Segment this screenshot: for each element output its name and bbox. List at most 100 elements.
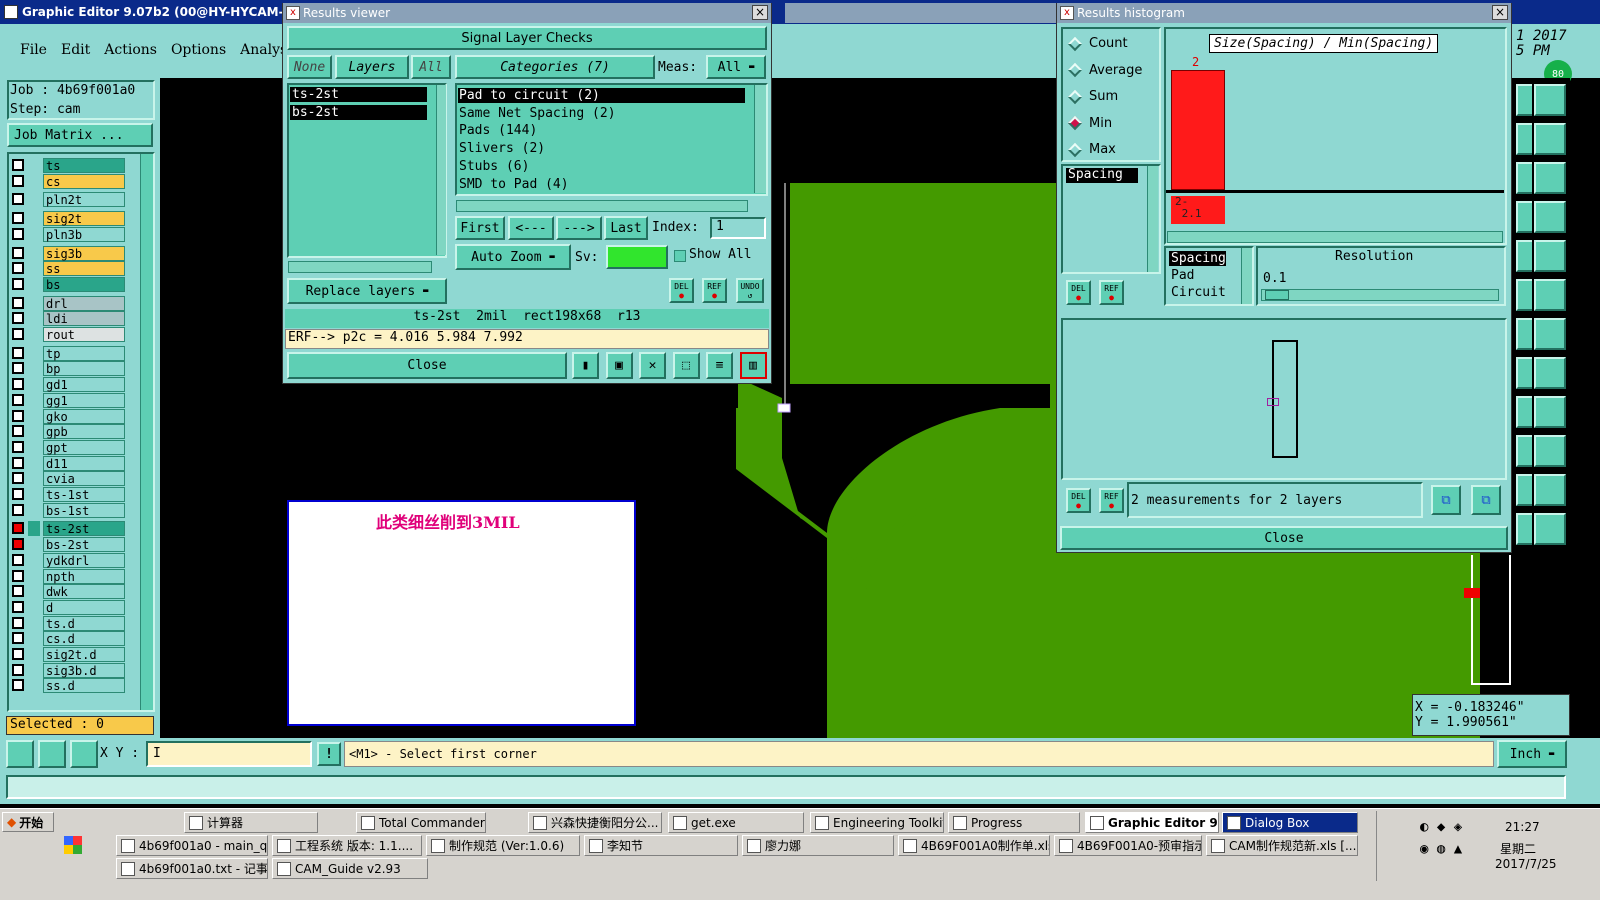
tab-all[interactable]: All (411, 55, 451, 79)
layer-name[interactable]: sig3b.d (43, 662, 125, 678)
layer-checkbox[interactable] (12, 553, 24, 566)
layer-checkbox[interactable] (12, 503, 24, 516)
alert-button[interactable]: ! (317, 742, 341, 766)
zoom-window-icon[interactable] (1534, 123, 1566, 155)
layer-name[interactable]: sig2t (43, 211, 125, 227)
layer-row-bs[interactable]: bs (10, 276, 126, 292)
category-item[interactable]: Stubs (6) (458, 159, 745, 174)
layer-name[interactable]: ts-2st (43, 521, 125, 537)
layer-row-sig2t[interactable]: sig2t (10, 211, 126, 227)
job-matrix-button[interactable]: Job Matrix ... (7, 123, 153, 147)
layer-name[interactable]: ts.d (43, 615, 125, 631)
layers-hscroll[interactable] (288, 261, 432, 273)
type-item[interactable]: Pad (1169, 268, 1194, 283)
taskbar-item[interactable]: Progress (948, 812, 1080, 833)
scan-icon[interactable]: ▣ (605, 352, 633, 379)
layer-row-ts[interactable]: ts (10, 158, 126, 173)
layer-name[interactable]: bs-2st (43, 537, 125, 553)
report-icon[interactable]: ⬚ (672, 352, 700, 379)
tab-layers[interactable]: Layers (335, 55, 409, 79)
layer-checkbox[interactable] (12, 569, 24, 582)
layer-row-ydkdrl[interactable]: ydkdrl (10, 552, 126, 568)
grid-icon[interactable] (70, 740, 98, 768)
taskbar-item[interactable]: 制作规范 (Ver:1.0.6) (426, 835, 580, 856)
layer-row-sig3b[interactable]: sig3b (10, 245, 126, 261)
sv-color-select[interactable] (606, 245, 668, 269)
layer-row-gko[interactable]: gko (10, 408, 126, 424)
layer-checkbox[interactable] (12, 346, 24, 359)
histogram-bar[interactable] (1171, 70, 1225, 190)
taskbar-item[interactable]: Total Commander 7.... (356, 812, 486, 833)
layer-checkbox[interactable] (12, 378, 24, 391)
category-item[interactable]: Slivers (2) (458, 141, 745, 156)
histogram-close-button[interactable]: Close (1060, 526, 1508, 550)
resolution-slider[interactable] (1261, 289, 1499, 301)
auto-zoom-select[interactable]: Auto Zoom ▬ (455, 244, 571, 270)
taskbar-item[interactable]: 4B69F001A0制作单.xls ... (898, 835, 1050, 856)
prev-button[interactable]: <--- (508, 216, 554, 240)
categories-scrollbar[interactable] (754, 85, 766, 193)
layer-checkbox[interactable] (12, 538, 24, 551)
stat-option-min[interactable]: Min (1067, 116, 1112, 131)
layer-row-ts-2st[interactable]: ts-2st (10, 521, 126, 537)
start-button[interactable]: ◆ 开始 (2, 812, 54, 832)
stat-option-max[interactable]: Max (1067, 142, 1116, 157)
categories-hscroll[interactable] (456, 200, 748, 212)
layer-checkbox[interactable] (12, 648, 24, 660)
taskbar-item[interactable]: Graphic Editor 9.0... (1085, 812, 1219, 833)
rotate-icon[interactable] (1534, 396, 1566, 428)
chart-hscroll[interactable] (1167, 231, 1503, 243)
delete-icon[interactable]: ✕ (639, 352, 666, 379)
layer-checkbox[interactable] (12, 472, 24, 485)
layer-checkbox[interactable] (12, 174, 24, 187)
layer-row-ts-1st[interactable]: ts-1st (10, 487, 126, 502)
layer-name[interactable]: cvia (43, 471, 125, 487)
close-icon[interactable]: × (1492, 5, 1508, 20)
layer-row-drl[interactable]: drl (10, 295, 126, 311)
node-icon[interactable] (1534, 240, 1566, 272)
stat-option-count[interactable]: Count (1067, 36, 1128, 51)
results-close-button[interactable]: Close (287, 352, 567, 379)
layer-row-rout[interactable]: rout (10, 327, 126, 342)
export-icon[interactable]: ⧉ (1431, 485, 1461, 515)
spacing-item[interactable]: Spacing (1066, 168, 1138, 183)
taskbar-item[interactable]: 李知节 (584, 835, 738, 856)
layer-checkbox[interactable] (12, 193, 24, 206)
layer-name[interactable]: ss (43, 261, 125, 277)
drill-icon-half[interactable] (1516, 279, 1532, 311)
unit-select[interactable]: Inch ▬ (1497, 740, 1567, 768)
close-icon[interactable]: × (752, 5, 768, 20)
taskbar-item[interactable]: 4b69f001a0 - main_qa (116, 835, 268, 856)
measure-icon[interactable] (38, 740, 66, 768)
replace-layers-select[interactable]: Replace layers ▬ (287, 278, 447, 304)
pad-icon[interactable] (1534, 318, 1566, 350)
preview-ref-button[interactable]: REF ● (1099, 488, 1124, 513)
tab-none[interactable]: None (287, 55, 332, 79)
layer-name[interactable]: bp (43, 361, 125, 377)
meas-select[interactable]: All ▬ (706, 55, 766, 79)
taskbar-item[interactable]: 廖力娜 (742, 835, 894, 856)
layer-name[interactable]: gko (43, 408, 125, 424)
layer-checkbox[interactable] (12, 679, 24, 692)
layer-name[interactable]: sig3b (43, 245, 125, 261)
taskbar-item[interactable]: 4B69F001A0-预审指示... (1054, 835, 1202, 856)
layer-row-sig2t.d[interactable]: sig2t.d (10, 647, 126, 662)
rotate-icon-half[interactable] (1516, 396, 1532, 428)
layer-row-gd1[interactable]: gd1 (10, 377, 126, 393)
layer-name[interactable]: gd1 (43, 377, 125, 393)
layer-name[interactable]: ss.d (43, 678, 125, 694)
layer-row-cs[interactable]: cs (10, 173, 126, 189)
layer-row-gg1[interactable]: gg1 (10, 392, 126, 408)
show-all-checkbox[interactable] (674, 250, 686, 262)
layer-checkbox[interactable] (12, 663, 24, 676)
select-icon-half[interactable] (1516, 162, 1532, 194)
taskbar-item[interactable]: CAM_Guide v2.93 (272, 858, 428, 879)
resolution-slider-thumb[interactable] (1265, 290, 1289, 300)
arc-icon[interactable] (1534, 513, 1566, 545)
layer-checkbox[interactable] (12, 440, 24, 453)
category-item[interactable]: Pads (144) (458, 123, 745, 138)
layers-scrollbar[interactable] (436, 85, 446, 255)
taskbar-item[interactable]: 工程系统 版本: 1.1.... (272, 835, 422, 856)
layer-checkbox[interactable] (12, 159, 24, 171)
layer-name[interactable]: npth (43, 568, 125, 584)
